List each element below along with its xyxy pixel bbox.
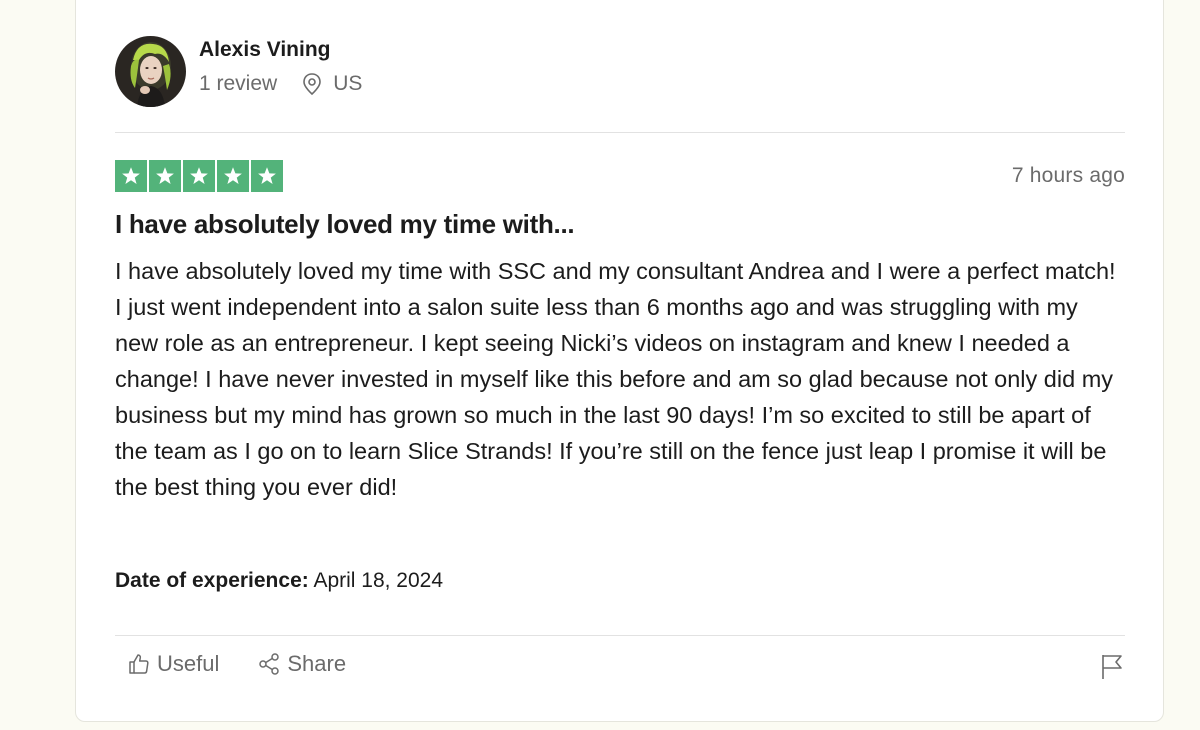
header-divider: [115, 132, 1125, 133]
review-card: Alexis Vining 1 review US 7 hours ago I …: [75, 0, 1164, 722]
date-of-experience-value: April 18, 2024: [313, 569, 444, 592]
star-icon: [251, 160, 283, 192]
star-icon: [115, 160, 147, 192]
review-timestamp: 7 hours ago: [1011, 164, 1125, 187]
reviewer-avatar[interactable]: [115, 36, 186, 107]
star-rating: [115, 160, 283, 192]
share-button[interactable]: Share: [257, 651, 346, 677]
useful-label: Useful: [157, 651, 220, 676]
reviewer-country: US: [333, 72, 363, 95]
footer-divider: [115, 635, 1125, 636]
reviewer-location: US: [301, 72, 362, 96]
star-icon: [217, 160, 249, 192]
reviewer-header: Alexis Vining 1 review US: [115, 36, 362, 107]
useful-button[interactable]: Useful: [127, 651, 219, 677]
share-label: Share: [287, 651, 347, 676]
review-actions: Useful Share: [127, 651, 346, 677]
review-count: 1 review: [199, 72, 278, 95]
review-body: I have absolutely loved my time with SSC…: [115, 258, 1116, 500]
flag-icon: [1102, 655, 1122, 679]
star-icon: [183, 160, 215, 192]
star-icon: [149, 160, 181, 192]
share-icon: [259, 653, 280, 675]
avatar-photo: [115, 36, 186, 107]
thumbs-up-icon: [129, 654, 149, 674]
rating-row: 7 hours ago: [115, 160, 1125, 192]
reviewer-meta: 1 review US: [199, 72, 362, 96]
reviewer-info: Alexis Vining 1 review US: [199, 38, 362, 96]
review-title[interactable]: I have absolutely loved my time with...: [115, 207, 1125, 241]
date-of-experience-label: Date of experience:: [115, 569, 309, 592]
location-pin-icon: [303, 73, 322, 96]
review-card-content: Alexis Vining 1 review US 7 hours ago I …: [115, 0, 1125, 721]
report-button[interactable]: [1100, 652, 1124, 685]
date-of-experience: Date of experience: April 18, 2024: [115, 569, 443, 593]
reviewer-name[interactable]: Alexis Vining: [199, 37, 362, 63]
